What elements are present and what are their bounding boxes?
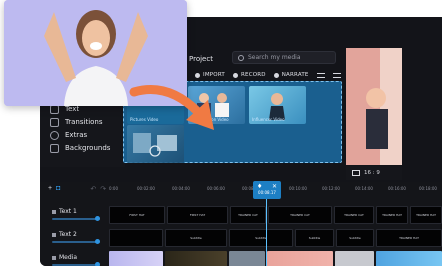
sidebar-item-label: Text: [65, 105, 80, 113]
track-head-media[interactable]: Media: [48, 252, 106, 266]
search-box[interactable]: [232, 51, 336, 64]
playhead-time: 00:08.17: [258, 190, 276, 195]
sidebar-item-label: Extras: [65, 131, 88, 139]
preview-controls: 16 : 9: [346, 166, 402, 180]
import-icon: [195, 72, 200, 78]
media-clip[interactable]: [376, 251, 442, 266]
text-clip[interactable]: TRAINER HAT: [376, 206, 408, 224]
undo-icon[interactable]: ↶: [90, 185, 96, 193]
aspect-ratio-label[interactable]: 16 : 9: [364, 170, 380, 176]
track-handle-icon: [52, 209, 56, 214]
media-clip[interactable]: [335, 251, 374, 266]
text-clip[interactable]: FIRST HAT: [167, 206, 228, 224]
track-head-text-2[interactable]: Text 2: [48, 229, 106, 247]
sort-icon[interactable]: [316, 72, 325, 78]
import-button[interactable]: IMPORT: [195, 72, 225, 78]
timeline-toolbar: + ◘ ↶ ↷: [48, 185, 106, 193]
project-tab[interactable]: Project: [189, 55, 213, 63]
text-clip[interactable]: Subtitle: [229, 229, 293, 247]
track-volume-slider[interactable]: [52, 239, 100, 244]
search-input[interactable]: [248, 54, 328, 61]
menu-icon[interactable]: [332, 72, 341, 78]
sidebar-item-extras[interactable]: Extras: [50, 129, 87, 141]
playhead-marker[interactable]: ♦ ✕ 00:08.17: [253, 181, 281, 199]
text-clip[interactable]: TRAINER CAT: [230, 206, 266, 224]
text-clip[interactable]: FIRST HAT: [109, 206, 165, 224]
media-clip[interactable]: [229, 251, 265, 266]
media-thumbnail[interactable]: Influencer Video: [249, 86, 306, 124]
media-actions: IMPORT RECORD NARRATE: [195, 72, 341, 78]
transitions-icon: [50, 117, 59, 127]
text-clip[interactable]: TRAINER HAT: [376, 229, 442, 247]
narrate-button[interactable]: NARRATE: [273, 72, 309, 78]
text-clip[interactable]: [109, 229, 163, 247]
add-icon[interactable]: +: [48, 185, 52, 193]
text-clip[interactable]: Subtitle: [295, 229, 334, 247]
marker-icon[interactable]: ♦: [257, 183, 262, 190]
redo-icon[interactable]: ↷: [100, 185, 106, 193]
extras-icon: [50, 130, 59, 140]
text-clip[interactable]: Subtitle: [165, 229, 227, 247]
close-icon[interactable]: ✕: [272, 183, 277, 190]
timeline: + ◘ ↶ ↷ 0:00 00:02:00 00:04:00 00:06:00 …: [40, 181, 442, 266]
sidebar-item-label: Transitions: [65, 118, 103, 126]
track-handle-icon: [52, 232, 56, 237]
search-icon: [238, 54, 244, 61]
video-preview[interactable]: [346, 48, 402, 165]
record-button[interactable]: RECORD: [233, 72, 266, 78]
media-clip[interactable]: [165, 251, 227, 266]
sidebar-item-backgrounds[interactable]: Backgrounds: [50, 142, 110, 154]
magnet-icon[interactable]: ◘: [56, 185, 60, 193]
text-clip[interactable]: Subtitle: [336, 229, 374, 247]
track-head-text-1[interactable]: Text 1: [48, 206, 106, 224]
record-icon: [233, 72, 238, 78]
backgrounds-icon: [50, 143, 59, 153]
aspect-ratio-icon[interactable]: [352, 170, 360, 176]
media-clip[interactable]: [267, 251, 333, 266]
sidebar-item-transitions[interactable]: Transitions: [50, 116, 103, 128]
media-clip[interactable]: [109, 251, 163, 266]
track-handle-icon: [52, 255, 56, 260]
drag-arrow-icon: [129, 85, 214, 130]
text-clip[interactable]: TRAINER CAT: [334, 206, 374, 224]
microphone-icon: [273, 72, 279, 78]
text-clip[interactable]: TRAINER HAT: [410, 206, 442, 224]
text-clip[interactable]: TRAINER CAT: [268, 206, 332, 224]
preview-image: [366, 48, 402, 165]
sidebar-item-label: Backgrounds: [65, 144, 111, 152]
track-volume-slider[interactable]: [52, 216, 100, 221]
